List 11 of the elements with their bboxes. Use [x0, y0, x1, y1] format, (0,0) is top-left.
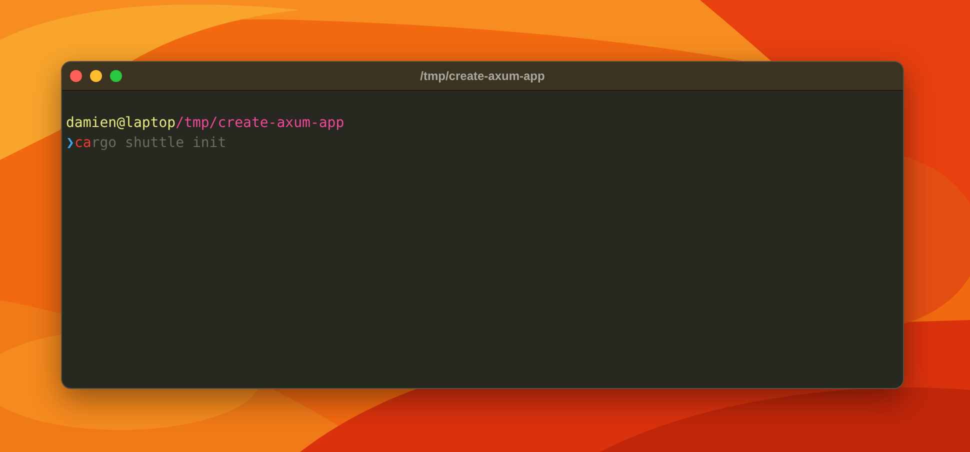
minimize-button[interactable] [90, 70, 102, 82]
prompt-symbol: ❯ [66, 135, 74, 151]
prompt-user: damien [66, 115, 117, 131]
prompt-path: /tmp/create-axum-app [176, 115, 344, 131]
prompt-at: @ [116, 115, 126, 131]
close-button[interactable] [70, 70, 82, 82]
prompt-host: laptop [125, 115, 176, 131]
typed-command: ca [74, 135, 92, 151]
zoom-button[interactable] [110, 70, 122, 82]
autosuggestion: rgo shuttle init [91, 135, 226, 151]
window-title: /tmp/create-axum-app [420, 69, 545, 83]
